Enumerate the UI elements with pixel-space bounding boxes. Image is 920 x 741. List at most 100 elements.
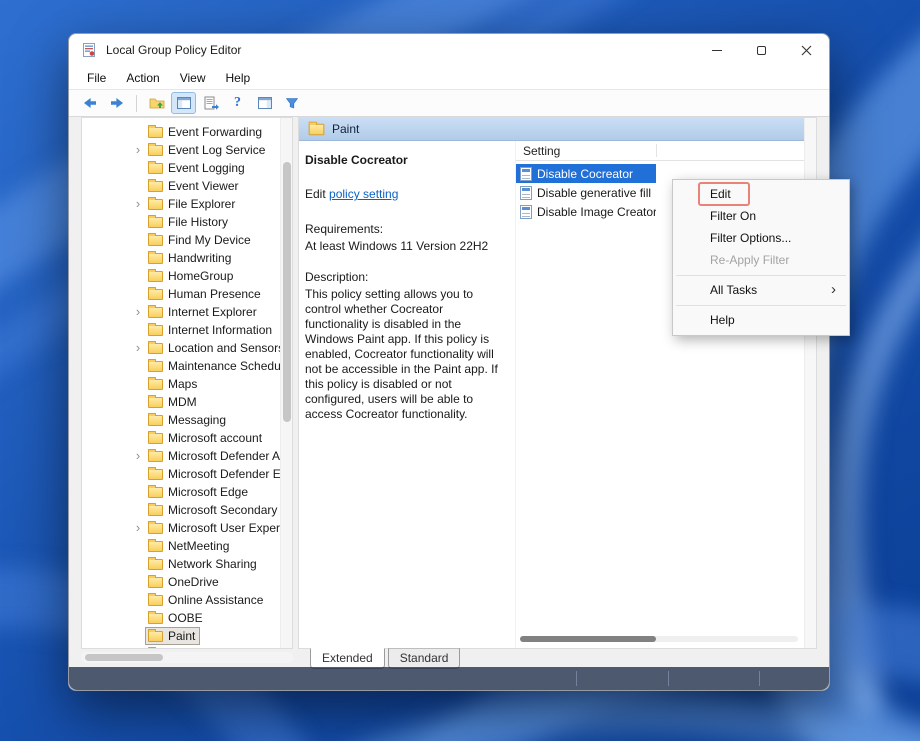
tree-item[interactable]: Event Logging — [82, 159, 292, 177]
tree-item[interactable]: Paint — [82, 627, 292, 645]
chevron-right-icon[interactable] — [130, 628, 146, 644]
context-menu-item[interactable]: All Tasks — [673, 275, 849, 301]
chevron-right-icon[interactable] — [130, 196, 146, 212]
chevron-right-icon[interactable] — [130, 142, 146, 158]
tree-item[interactable]: Network Sharing — [82, 555, 292, 573]
chevron-right-icon[interactable] — [130, 322, 146, 338]
edit-policy-setting-link[interactable]: policy setting — [329, 187, 398, 201]
context-menu-item[interactable]: Filter On — [673, 205, 849, 227]
close-button[interactable] — [784, 34, 829, 66]
setting-row[interactable]: Disable Cocreator — [516, 164, 656, 183]
tree-vertical-scrollbar-thumb[interactable] — [283, 162, 291, 422]
context-menu-item[interactable]: Help — [673, 305, 849, 331]
chevron-right-icon[interactable] — [130, 160, 146, 176]
tree-horizontal-scrollbar-thumb[interactable] — [85, 654, 163, 661]
tree-item-label: Internet Information — [168, 323, 273, 337]
tree-item[interactable]: Event Forwarding — [82, 123, 292, 141]
chevron-right-icon[interactable] — [130, 178, 146, 194]
tree-item[interactable]: OneDrive — [82, 573, 292, 591]
chevron-right-icon[interactable] — [130, 430, 146, 446]
setting-row[interactable]: Disable generative fill — [516, 183, 656, 202]
context-menu-item[interactable]: Edit — [673, 183, 849, 205]
tree-item[interactable]: Location and Sensors — [82, 339, 292, 357]
chevron-right-icon[interactable] — [130, 610, 146, 626]
tree-item-label: Event Logging — [168, 161, 245, 175]
help-button[interactable]: ? — [225, 92, 250, 114]
setting-column-header[interactable]: Setting — [516, 141, 816, 161]
forward-button[interactable] — [104, 92, 129, 114]
export-list-button[interactable] — [198, 92, 223, 114]
chevron-right-icon[interactable] — [130, 448, 146, 464]
tree-item[interactable]: Online Assistance — [82, 591, 292, 609]
chevron-right-icon[interactable] — [130, 502, 146, 518]
tree-item[interactable]: Handwriting — [82, 249, 292, 267]
chevron-right-icon[interactable] — [130, 412, 146, 428]
settings-horizontal-scrollbar-thumb[interactable] — [520, 636, 656, 642]
tree-item[interactable]: Find My Device — [82, 231, 292, 249]
chevron-right-icon[interactable] — [130, 232, 146, 248]
tree-item[interactable]: Microsoft Secondary — [82, 501, 292, 519]
console-tree-toggle-button[interactable] — [171, 92, 196, 114]
tree-item[interactable]: Microsoft account — [82, 429, 292, 447]
chevron-right-icon[interactable] — [130, 286, 146, 302]
tree-item[interactable]: Internet Explorer — [82, 303, 292, 321]
tree-item[interactable]: Event Log Service — [82, 141, 292, 159]
chevron-right-icon[interactable] — [130, 574, 146, 590]
chevron-right-icon[interactable] — [130, 520, 146, 536]
tree-item[interactable]: Maps — [82, 375, 292, 393]
chevron-right-icon[interactable] — [130, 592, 146, 608]
console-tree-pane: Event Forwarding Event Log Service Event… — [81, 117, 293, 649]
view-tab[interactable]: Extended — [310, 648, 385, 669]
menubar-item[interactable]: View — [170, 68, 216, 88]
chevron-right-icon[interactable] — [130, 376, 146, 392]
up-level-button[interactable] — [144, 92, 169, 114]
tree-item[interactable]: Event Viewer — [82, 177, 292, 195]
minimize-button[interactable] — [694, 34, 739, 66]
chevron-right-icon[interactable] — [130, 538, 146, 554]
chevron-right-icon[interactable] — [130, 124, 146, 140]
chevron-right-icon[interactable] — [130, 394, 146, 410]
chevron-right-icon[interactable] — [130, 268, 146, 284]
setting-row[interactable]: Disable Image Creator — [516, 202, 656, 221]
menubar-item[interactable]: Help — [216, 68, 261, 88]
tree-item[interactable]: OOBE — [82, 609, 292, 627]
folder-icon — [148, 178, 163, 192]
tree-horizontal-scrollbar[interactable] — [81, 652, 293, 663]
tree-item[interactable]: File History — [82, 213, 292, 231]
tree-item[interactable]: Microsoft Edge — [82, 483, 292, 501]
menubar-item[interactable]: File — [77, 68, 116, 88]
back-button[interactable] — [77, 92, 102, 114]
menubar-item[interactable]: Action — [116, 68, 169, 88]
chevron-right-icon[interactable] — [130, 340, 146, 356]
chevron-right-icon[interactable] — [130, 250, 146, 266]
filter-button[interactable] — [279, 92, 304, 114]
chevron-right-icon[interactable] — [130, 358, 146, 374]
settings-horizontal-scrollbar[interactable] — [520, 636, 798, 642]
chevron-right-icon[interactable] — [130, 556, 146, 572]
tree-item[interactable]: Microsoft Defender E — [82, 465, 292, 483]
setting-title: Disable Cocreator — [305, 153, 408, 167]
tree-item[interactable]: MDM — [82, 393, 292, 411]
context-menu-item[interactable]: Filter Options... — [673, 227, 849, 249]
tree-item-label: Paint — [168, 629, 196, 643]
tree-item[interactable]: File Explorer — [82, 195, 292, 213]
tree-item[interactable]: NetMeeting — [82, 537, 292, 555]
context-menu-item[interactable]: Re-Apply Filter — [673, 249, 849, 271]
view-tab[interactable]: Standard — [387, 648, 461, 669]
tree-item[interactable]: Internet Information — [82, 321, 292, 339]
chevron-right-icon[interactable] — [130, 304, 146, 320]
chevron-right-icon[interactable] — [130, 466, 146, 482]
chevron-right-icon[interactable] — [130, 214, 146, 230]
tree-item[interactable]: Microsoft User Experi — [82, 519, 292, 537]
chevron-right-icon[interactable] — [130, 484, 146, 500]
minimize-icon — [711, 49, 722, 51]
tree-item[interactable]: Human Presence — [82, 285, 292, 303]
tree-item[interactable]: Messaging — [82, 411, 292, 429]
tree-item[interactable]: Maintenance Schedu — [82, 357, 292, 375]
title-bar[interactable]: Local Group Policy Editor — [69, 34, 829, 66]
tree-vertical-scrollbar[interactable] — [280, 118, 292, 648]
tree-item[interactable]: HomeGroup — [82, 267, 292, 285]
tree-item[interactable]: Microsoft Defender A — [82, 447, 292, 465]
maximize-button[interactable] — [739, 34, 784, 66]
action-pane-toggle-button[interactable] — [252, 92, 277, 114]
